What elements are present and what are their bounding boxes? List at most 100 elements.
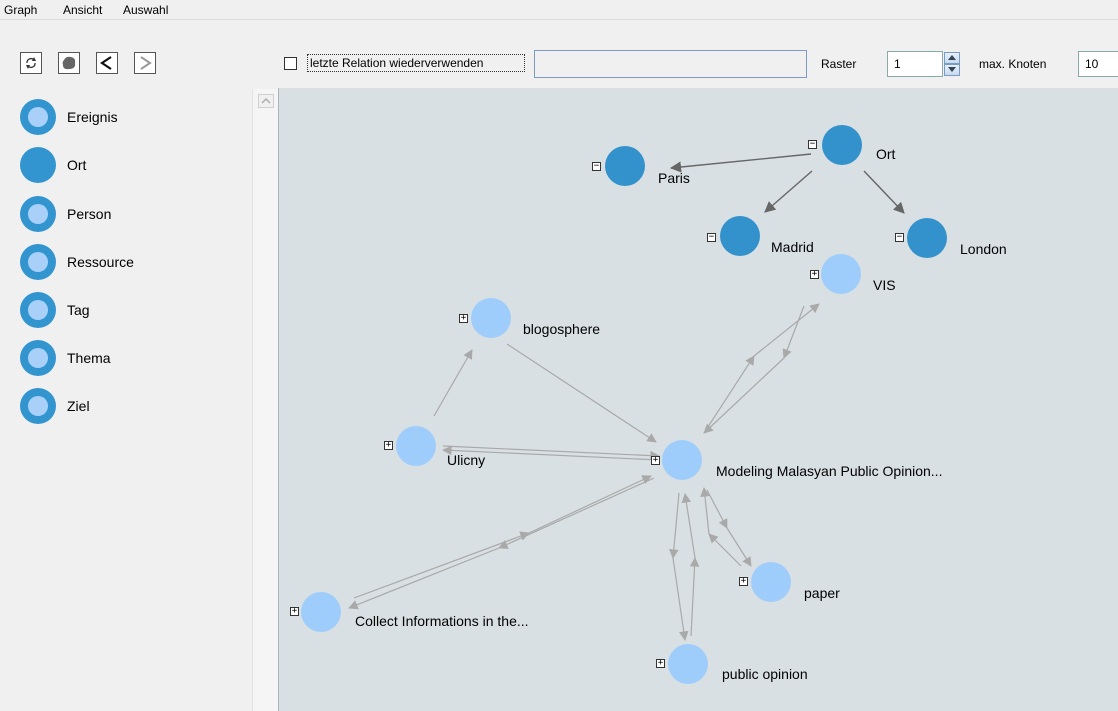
edge-modeling-collect-b	[348, 547, 500, 610]
edge-modeling-vis-b	[753, 303, 820, 357]
node-blogosphere[interactable]	[471, 298, 511, 338]
solid-node-icon	[20, 147, 56, 183]
node-ort[interactable]	[822, 125, 862, 165]
node-modeling[interactable]	[662, 440, 702, 480]
ring-node-icon	[20, 196, 56, 232]
node-label-madrid: Madrid	[771, 239, 814, 255]
edge-ulicny-blogosphere	[433, 349, 473, 417]
ring-node-icon	[20, 292, 56, 328]
expand-icon[interactable]: +	[459, 314, 468, 323]
expand-icon[interactable]: +	[656, 659, 665, 668]
node-label-paris: Paris	[658, 170, 690, 186]
edge-modeling-public-opinion-b	[672, 557, 689, 641]
node-label-modeling: Modeling Malasyan Public Opinion...	[716, 463, 943, 479]
edge-paper-modeling	[708, 533, 742, 567]
edge-blogosphere-modeling	[506, 343, 657, 443]
spinner-down-button[interactable]	[944, 64, 960, 76]
raster-label: Raster	[821, 57, 857, 71]
expand-icon[interactable]: +	[810, 270, 819, 279]
ring-node-icon	[20, 99, 56, 135]
node-madrid[interactable]	[720, 216, 760, 256]
node-london[interactable]	[907, 218, 947, 258]
node-paris[interactable]	[605, 146, 645, 186]
node-public-opinion[interactable]	[668, 644, 708, 684]
node-label-collect: Collect Informations in the...	[355, 613, 529, 629]
palette-item-person[interactable]: Person	[20, 194, 240, 234]
refresh-icon	[26, 57, 36, 69]
node-label-ort: Ort	[876, 146, 896, 162]
palette-item-tag[interactable]: Tag	[20, 290, 240, 330]
edge-public-opinion-modeling-b	[681, 493, 696, 559]
reuse-relation-label[interactable]: letzte Relation wiederverwenden	[307, 54, 525, 72]
node-ulicny[interactable]	[396, 426, 436, 466]
relation-field[interactable]	[534, 50, 807, 78]
forward-button[interactable]	[134, 52, 156, 74]
node-label-blogosphere: blogosphere	[523, 321, 601, 337]
edge-vis-modeling	[782, 305, 805, 359]
menu-graph[interactable]: Graph	[4, 3, 37, 17]
menu-auswahl[interactable]: Auswahl	[123, 3, 168, 17]
palette-item-thema[interactable]: Thema	[20, 338, 240, 378]
ring-node-icon	[20, 340, 56, 376]
edge-modeling-vis	[703, 355, 755, 434]
edge-vis-modeling-b	[703, 357, 785, 434]
node-label-ulicny: Ulicny	[447, 452, 486, 468]
triangle-up-icon	[948, 55, 956, 60]
collapse-icon[interactable]: −	[592, 162, 601, 171]
collapse-icon[interactable]: −	[707, 233, 716, 242]
max-nodes-input[interactable]: 10	[1078, 51, 1118, 77]
scroll-up-button[interactable]	[258, 94, 274, 108]
palette-item-label: Tag	[67, 302, 90, 318]
chevron-left-icon	[100, 56, 112, 70]
shape-button[interactable]	[58, 52, 80, 74]
graph-canvas[interactable]: − Ort − Paris − Madrid − London + VIS + …	[278, 88, 1118, 711]
expand-icon[interactable]: +	[651, 456, 660, 465]
node-label-london: London	[960, 241, 1007, 257]
raster-spinner	[944, 52, 960, 76]
node-collect[interactable]	[301, 592, 341, 632]
edge-ort-madrid	[764, 170, 813, 213]
ring-node-icon	[20, 244, 56, 280]
edge-modeling-public-opinion	[669, 492, 680, 559]
palette-item-ereignis[interactable]: Ereignis	[20, 97, 240, 137]
palette-item-label: Thema	[67, 350, 111, 366]
edge-collect-modeling-b	[528, 475, 652, 534]
palette-item-label: Ereignis	[67, 109, 118, 125]
expand-icon[interactable]: +	[739, 577, 748, 586]
node-label-paper: paper	[804, 585, 840, 601]
palette-item-ziel[interactable]: Ziel	[20, 386, 240, 426]
node-label-public-opinion: public opinion	[722, 666, 808, 682]
reuse-relation-checkbox[interactable]	[284, 57, 297, 70]
max-nodes-label: max. Knoten	[979, 57, 1047, 71]
edge-modeling-paper-b	[726, 527, 752, 567]
ring-node-icon	[20, 388, 56, 424]
triangle-down-icon	[948, 67, 956, 72]
palette-item-label: Ziel	[67, 398, 90, 414]
edge-paper-modeling-b	[700, 487, 710, 535]
menu-ansicht[interactable]: Ansicht	[63, 3, 102, 17]
edge-modeling-collect	[498, 477, 655, 549]
palette-item-ressource[interactable]: Ressource	[20, 242, 240, 282]
chevron-up-icon	[261, 98, 271, 104]
palette-item-label: Ressource	[67, 254, 134, 270]
palette-item-ort[interactable]: Ort	[20, 145, 240, 185]
palette-item-label: Person	[67, 206, 112, 222]
edge-ort-london	[863, 170, 905, 214]
edge-ort-paris	[669, 153, 812, 173]
node-paper[interactable]	[751, 562, 791, 602]
back-button[interactable]	[96, 52, 118, 74]
palette-item-label: Ort	[67, 157, 87, 173]
expand-icon[interactable]: +	[290, 607, 299, 616]
edge-public-opinion-modeling	[689, 557, 700, 637]
node-vis[interactable]	[821, 254, 861, 294]
node-type-palette: Ereignis Ort Person Ressource Tag Thema …	[8, 89, 252, 711]
collapse-icon[interactable]: −	[808, 140, 817, 149]
collapse-icon[interactable]: −	[895, 233, 904, 242]
expand-icon[interactable]: +	[384, 441, 393, 450]
raster-input[interactable]: 1	[887, 51, 943, 77]
refresh-button[interactable]	[20, 52, 42, 74]
spinner-up-button[interactable]	[944, 52, 960, 64]
edge-modeling-paper	[706, 489, 728, 529]
chevron-right-icon	[140, 56, 152, 70]
palette-scrollbar[interactable]	[252, 89, 278, 711]
